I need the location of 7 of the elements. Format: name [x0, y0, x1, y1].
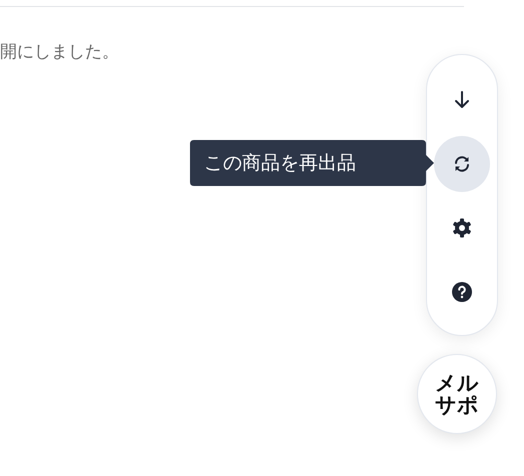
gear-icon — [452, 218, 472, 238]
message-text: 開にしました。 — [0, 41, 119, 63]
down-arrow-icon — [454, 91, 470, 109]
assistant-button[interactable]: メル サポ — [417, 354, 497, 434]
refresh-icon — [453, 155, 471, 173]
help-icon — [452, 282, 472, 302]
tooltip: この商品を再出品 — [190, 140, 434, 186]
